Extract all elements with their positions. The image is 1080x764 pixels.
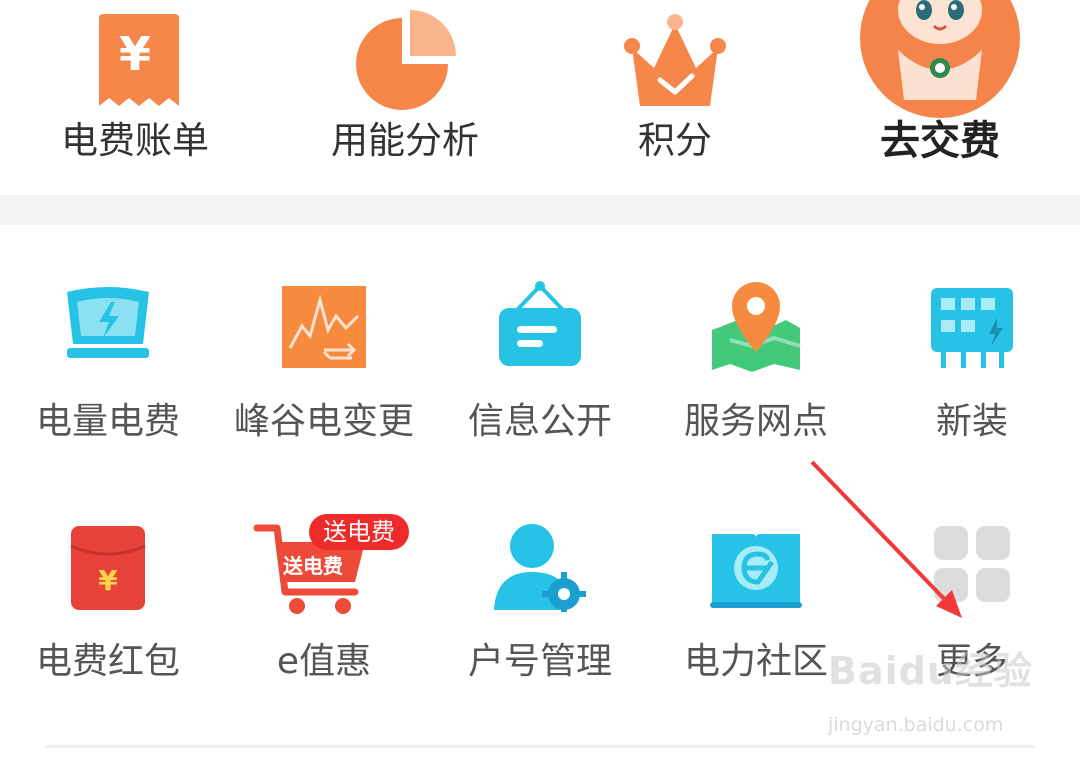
watermark-brand: Baidu经验 — [828, 649, 1033, 693]
baidu-watermark: Baidu经验 jingyan.baidu.com — [826, 640, 1036, 750]
watermark-url: jingyan.baidu.com — [828, 714, 1004, 736]
